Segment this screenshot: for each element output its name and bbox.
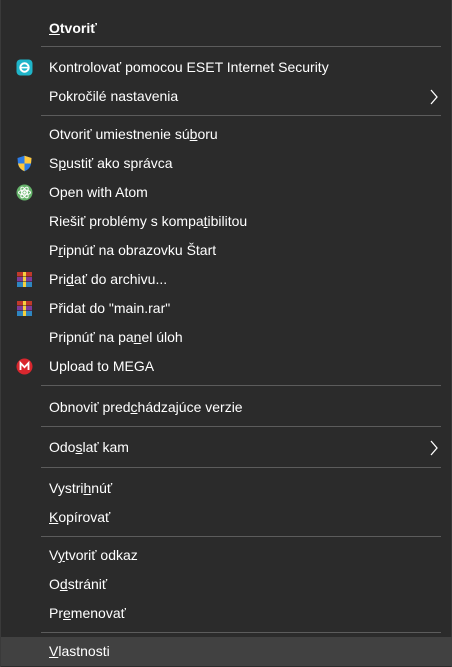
eset-icon bbox=[16, 59, 33, 76]
menu-item-open-with-atom[interactable]: Open with Atom bbox=[1, 178, 452, 207]
menu-item-label: Vystrihnúť bbox=[49, 480, 113, 496]
menu-item-label: Vlastnosti bbox=[49, 643, 110, 659]
menu-item-label: Upload to MEGA bbox=[49, 358, 155, 374]
menu-item-delete[interactable]: Odstrániť bbox=[1, 570, 452, 599]
menu-item-label: Pripnúť na obrazovku Štart bbox=[49, 242, 217, 258]
menu-separator bbox=[41, 467, 441, 468]
menu-item-upload-to-mega[interactable]: Upload to MEGA bbox=[1, 352, 452, 381]
chevron-right-icon bbox=[430, 440, 438, 456]
menu-item-pin-to-taskbar[interactable]: Pripnúť na panel úloh bbox=[1, 323, 452, 352]
winrar-icon bbox=[17, 301, 32, 316]
menu-item-label: Premenovať bbox=[49, 605, 126, 621]
atom-icon bbox=[16, 184, 33, 201]
menu-separator bbox=[41, 385, 441, 386]
menu-item-copy[interactable]: Kopírovať bbox=[1, 503, 452, 532]
menu-item-label: Spustiť ako správca bbox=[49, 155, 173, 171]
menu-item-label: Kopírovať bbox=[49, 509, 111, 525]
menu-item-rename[interactable]: Premenovať bbox=[1, 599, 452, 628]
context-menu: Otvoriť Kontrolovať pomocou ESET Interne… bbox=[0, 0, 452, 667]
menu-separator bbox=[41, 632, 441, 633]
menu-item-eset-scan[interactable]: Kontrolovať pomocou ESET Internet Securi… bbox=[1, 53, 452, 82]
menu-item-properties[interactable]: Vlastnosti bbox=[1, 637, 452, 666]
menu-separator bbox=[41, 115, 441, 116]
menu-separator bbox=[41, 536, 441, 537]
menu-item-cut[interactable]: Vystrihnúť bbox=[1, 474, 452, 503]
menu-item-open-file-location[interactable]: Otvoriť umiestnenie súboru bbox=[1, 120, 452, 149]
menu-item-label: Otvoriť umiestnenie súboru bbox=[49, 126, 218, 142]
menu-separator bbox=[41, 426, 441, 427]
menu-item-create-shortcut[interactable]: Vytvoriť odkaz bbox=[1, 541, 452, 570]
winrar-icon bbox=[17, 272, 32, 287]
menu-item-add-to-main-rar[interactable]: Přidat do "main.rar" bbox=[1, 294, 452, 323]
menu-item-label: Pripnúť na panel úloh bbox=[49, 329, 183, 345]
menu-item-label: Odstrániť bbox=[49, 576, 108, 592]
menu-item-send-to[interactable]: Odoslať kam bbox=[1, 433, 452, 462]
menu-item-label: Odoslať kam bbox=[49, 439, 129, 455]
menu-item-troubleshoot-compatibility[interactable]: Riešiť problémy s kompatibilitou bbox=[1, 207, 452, 236]
menu-item-label: Pokročilé nastavenia bbox=[49, 88, 179, 104]
menu-item-add-to-archive[interactable]: Pridať do archivu... bbox=[1, 265, 452, 294]
menu-item-pin-to-start[interactable]: Pripnúť na obrazovku Štart bbox=[1, 236, 452, 265]
menu-item-label: Kontrolovať pomocou ESET Internet Securi… bbox=[49, 59, 329, 75]
menu-item-run-as-admin[interactable]: Spustiť ako správca bbox=[1, 149, 452, 178]
menu-item-label: Otvoriť bbox=[49, 20, 97, 36]
menu-item-advanced-settings[interactable]: Pokročilé nastavenia bbox=[1, 82, 452, 111]
menu-item-label: Obnoviť predchádzajúce verzie bbox=[49, 399, 243, 415]
mega-icon bbox=[16, 358, 33, 375]
menu-item-label: Přidat do "main.rar" bbox=[49, 300, 171, 316]
menu-item-label: Open with Atom bbox=[49, 184, 148, 200]
chevron-right-icon bbox=[430, 89, 438, 105]
menu-item-label: Vytvoriť odkaz bbox=[49, 547, 138, 563]
menu-item-open[interactable]: Otvoriť bbox=[1, 14, 452, 43]
menu-item-label: Riešiť problémy s kompatibilitou bbox=[49, 213, 248, 229]
uac-shield-icon bbox=[17, 155, 32, 172]
menu-item-restore-previous-versions[interactable]: Obnoviť predchádzajúce verzie bbox=[1, 393, 452, 422]
menu-separator bbox=[41, 46, 441, 47]
menu-item-label: Pridať do archivu... bbox=[49, 271, 168, 287]
